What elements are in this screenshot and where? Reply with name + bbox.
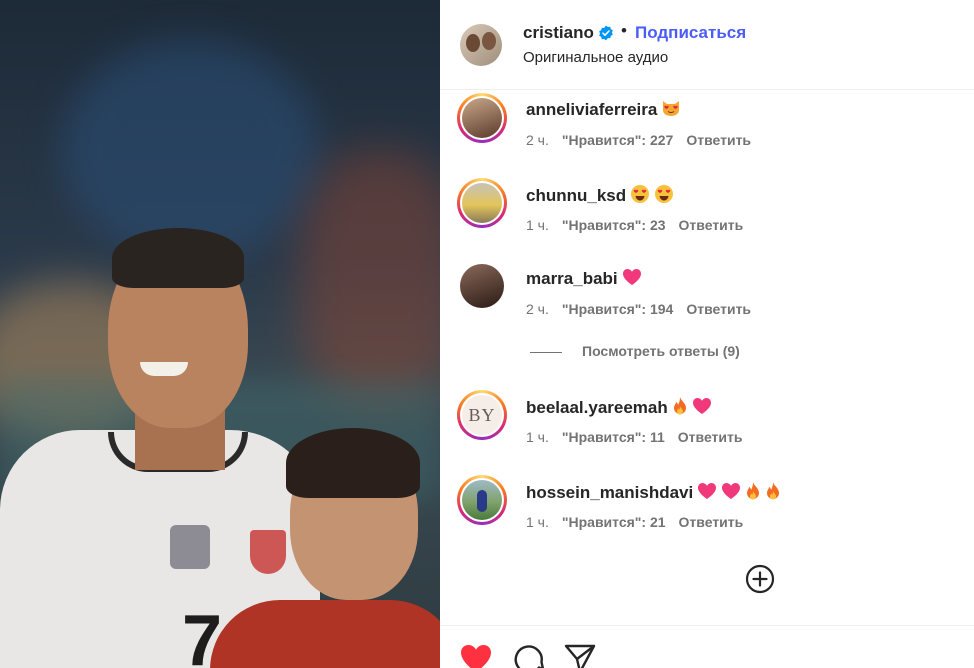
avatar-monogram: BY <box>468 404 496 425</box>
comment-time[interactable]: 1 ч. <box>526 217 549 233</box>
comment-bubble-icon[interactable] <box>512 643 546 668</box>
audio-label[interactable]: Оригинальное аудио <box>523 49 668 66</box>
comment-likes[interactable]: "Нравится": 227 <box>562 132 673 148</box>
post-media[interactable]: 7 <box>0 0 440 668</box>
action-bar <box>440 625 974 668</box>
avatar: BY <box>462 395 502 435</box>
verified-badge-icon <box>599 25 613 41</box>
reply-button[interactable]: Ответить <box>679 514 744 530</box>
reply-button[interactable]: Ответить <box>686 301 751 317</box>
reply-button[interactable]: Ответить <box>679 217 744 233</box>
reply-button[interactable]: Ответить <box>686 132 751 148</box>
cat-heart-eyes-icon <box>661 99 681 122</box>
heart-filled-icon[interactable] <box>459 643 493 668</box>
comment-item: marra_babi 2 ч. "Нравится": 194 Ответить <box>440 260 974 330</box>
comment-likes[interactable]: "Нравится": 23 <box>562 217 666 233</box>
comment-username[interactable]: chunnu_ksd <box>526 184 674 209</box>
replies-divider-line <box>530 351 562 353</box>
author-avatar[interactable] <box>460 24 502 66</box>
paper-plane-icon[interactable] <box>563 643 597 668</box>
author-username[interactable]: cristiano <box>523 23 594 43</box>
player-hair <box>112 228 244 288</box>
background-blur <box>60 40 320 260</box>
fire-icon <box>672 396 688 421</box>
separator-dot: • <box>621 21 627 40</box>
avatar <box>462 183 502 223</box>
pink-heart-icon <box>721 482 741 505</box>
comment-username[interactable]: beelaal.yareemah <box>526 396 712 421</box>
comment-time[interactable]: 2 ч. <box>526 132 549 148</box>
avatar <box>462 480 502 520</box>
comment-likes[interactable]: "Нравится": 194 <box>562 301 673 317</box>
comment-meta: 2 ч. "Нравится": 227 Ответить <box>526 132 764 148</box>
comment-meta: 1 ч. "Нравится": 11 Ответить <box>526 429 755 445</box>
avatar-face <box>482 32 496 50</box>
post-header: cristiano • Подписаться Оригинальное ауд… <box>440 0 974 90</box>
reply-button[interactable]: Ответить <box>678 429 743 445</box>
fire-icon <box>765 481 781 506</box>
plus-circle-icon[interactable] <box>744 563 776 595</box>
avatar[interactable] <box>460 264 504 308</box>
jersey-badge <box>170 525 210 569</box>
comment-time[interactable]: 1 ч. <box>526 514 549 530</box>
view-replies-label: Посмотреть ответы (9) <box>582 343 740 359</box>
comment-time[interactable]: 2 ч. <box>526 301 549 317</box>
comment-meta: 2 ч. "Нравится": 194 Ответить <box>526 301 764 317</box>
comment-likes[interactable]: "Нравится": 11 <box>562 429 665 445</box>
comment-username[interactable]: anneliviaferreira <box>526 99 681 122</box>
fire-icon <box>745 481 761 506</box>
avatar-face <box>466 34 480 52</box>
comment-item: hossein_manishdavi 1 ч. "Нравится": 21 Отв… <box>440 473 974 543</box>
comments-panel: cristiano • Подписаться Оригинальное ауд… <box>440 0 974 668</box>
comment-meta: 1 ч. "Нравится": 21 Ответить <box>526 514 756 530</box>
comment-meta: 1 ч. "Нравится": 23 Ответить <box>526 217 756 233</box>
comment-time[interactable]: 1 ч. <box>526 429 549 445</box>
background-blur <box>300 150 440 410</box>
pink-heart-icon <box>697 482 717 505</box>
pink-heart-icon <box>622 268 642 291</box>
follow-button[interactable]: Подписаться <box>635 23 746 43</box>
heart-eyes-icon <box>630 184 650 209</box>
avatar <box>462 98 502 138</box>
comment-item: BY beelaal.yareemah 1 ч. "Нравится": 11 От… <box>440 388 974 458</box>
heart-eyes-icon <box>654 184 674 209</box>
boy-hair <box>286 428 420 498</box>
comment-likes[interactable]: "Нравится": 21 <box>562 514 666 530</box>
pink-heart-icon <box>692 397 712 420</box>
avatar-story-ring[interactable] <box>457 93 507 143</box>
jersey-crest <box>250 530 286 574</box>
comment-item: chunnu_ksd 1 ч. "Нравится": 23 Ответить <box>440 176 974 246</box>
comment-username[interactable]: hossein_manishdavi <box>526 481 781 506</box>
comment-username[interactable]: marra_babi <box>526 268 642 291</box>
player-smile <box>140 362 188 376</box>
boy-shirt <box>210 600 440 668</box>
avatar-story-ring[interactable]: BY <box>457 390 507 440</box>
view-replies-button[interactable]: Посмотреть ответы (9) <box>530 343 740 359</box>
avatar-story-ring[interactable] <box>457 475 507 525</box>
avatar-story-ring[interactable] <box>457 178 507 228</box>
comment-item: anneliviaferreira 2 ч. "Нравится": 227 Отв… <box>440 91 974 161</box>
